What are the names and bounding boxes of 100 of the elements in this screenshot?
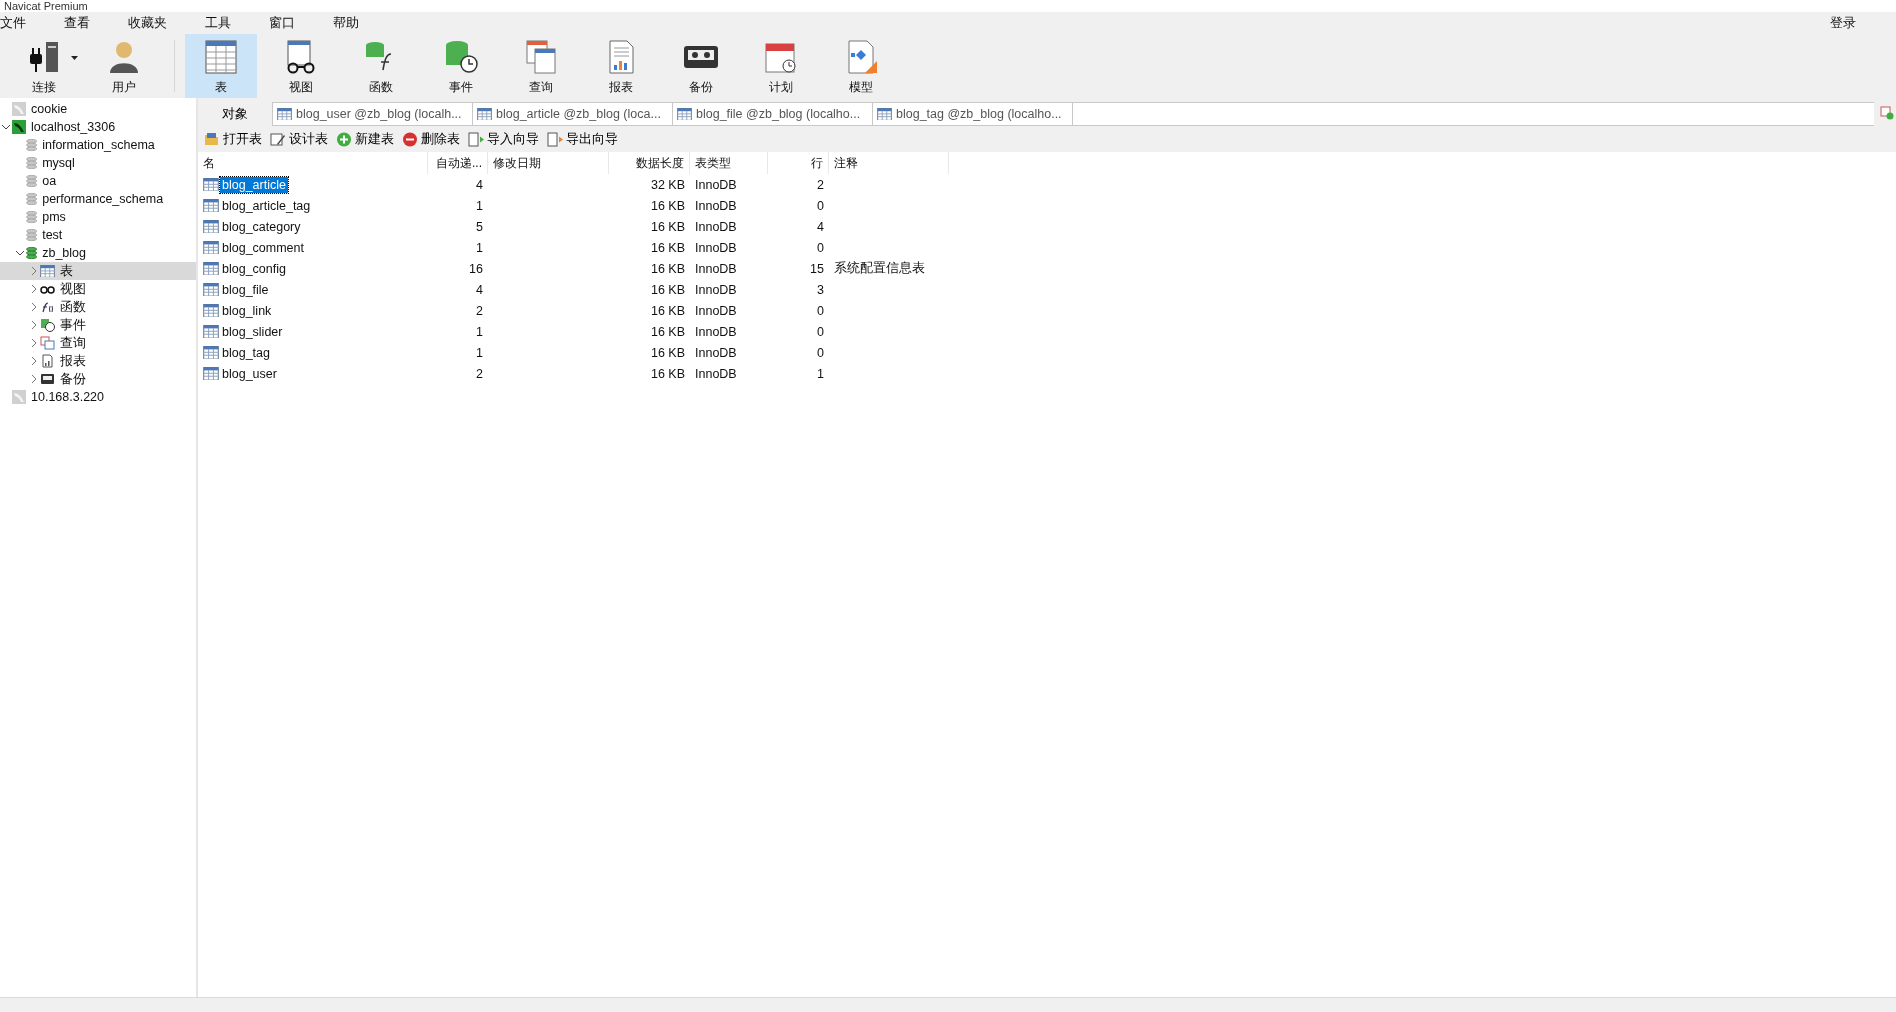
table-icon [203,177,219,192]
table-icon [203,198,219,213]
tree-item[interactable]: 10.168.3.220 [0,388,196,406]
menu-item[interactable]: 文件 [0,14,40,32]
toolbar-button[interactable]: 查询 [505,34,577,98]
table-name[interactable]: blog_user [220,365,279,382]
column-header[interactable]: 修改日期 [488,152,609,174]
toolbar-action[interactable]: 导出向导 [547,130,618,148]
menu-item[interactable]: 查看 [64,14,104,32]
table-cell: 系统配置信息表 [834,260,925,277]
tree-item[interactable]: 函数 [0,298,196,316]
toolbar-button[interactable]: 视图 [265,34,337,98]
toolbar-button[interactable]: 连接 [8,34,80,98]
toolbar-action[interactable]: 删除表 [402,130,460,148]
table-icon [677,107,692,121]
toolbar-button[interactable]: 表 [185,34,257,98]
table-cell: 16 [469,261,483,276]
table-name[interactable]: blog_comment [220,239,306,256]
toolbar-action[interactable]: 设计表 [270,130,328,148]
tree-label: 报表 [60,352,86,370]
column-header[interactable]: 注释 [829,152,949,174]
table-cell: 2 [476,366,483,381]
table-icon [203,219,219,234]
table-cell: InnoDB [695,240,737,255]
table-cell: 16 KB [650,261,685,276]
database-icon [26,138,38,152]
tree-item[interactable]: mysql [0,154,196,172]
tree-item[interactable]: zb_blog [0,244,196,262]
table-name[interactable]: blog_category [220,218,303,235]
table-icon [277,107,292,121]
tree-label: 查询 [60,334,86,352]
table-name[interactable]: blog_config [220,260,288,277]
table-name[interactable]: blog_link [220,302,274,319]
table-icon [203,261,219,276]
tree-label: pms [42,210,66,224]
menu-item[interactable]: 帮助 [333,14,373,32]
toolbar-button[interactable]: 事件 [425,34,497,98]
tree-label: 事件 [60,316,86,334]
toolbar-button[interactable]: 报表 [585,34,657,98]
column-header[interactable]: 表类型 [690,152,768,174]
import-icon [468,131,484,147]
database-icon [26,192,38,206]
table-info-icon[interactable] [1880,106,1894,120]
menu-item[interactable]: 收藏夹 [128,14,181,32]
database-clock-icon [40,318,55,332]
table-cell: InnoDB [695,177,737,192]
table-cell: 16 KB [650,366,685,381]
tree-item[interactable]: cookie [0,100,196,118]
table-name[interactable]: blog_file [220,281,271,298]
tree-label: 函数 [60,298,86,316]
table-cell: 4 [817,219,824,234]
connection-icon [12,102,26,116]
toolbar-button[interactable]: 模型 [825,34,897,98]
query-tables-icon [40,336,55,350]
toolbar-button[interactable]: 计划 [745,34,817,98]
table-name[interactable]: blog_slider [220,323,285,340]
table-cell: 16 KB [650,324,685,339]
table-name[interactable]: blog_article_tag [220,197,313,214]
caret-icon[interactable] [71,56,78,60]
table-icon [477,107,492,121]
tree-item[interactable]: performance_schema [0,190,196,208]
tree-item[interactable]: 事件 [0,316,196,334]
tree-item[interactable]: test [0,226,196,244]
table-cell: 2 [476,303,483,318]
tree-item[interactable]: 备份 [0,370,196,388]
minus-icon [402,131,418,147]
table-name[interactable]: blog_tag [220,344,272,361]
login-link[interactable]: 登录 [1830,14,1856,32]
tree-item[interactable]: 报表 [0,352,196,370]
tree-item[interactable]: 查询 [0,334,196,352]
toolbar-button[interactable]: 备份 [665,34,737,98]
column-header[interactable]: 数据长度 [609,152,690,174]
tree-label: 表 [60,262,73,280]
tree-label: information_schema [42,138,155,152]
tree-label: oa [42,174,57,188]
tree-item[interactable]: pms [0,208,196,226]
tree-item[interactable]: information_schema [0,136,196,154]
table-cell: 16 KB [650,198,685,213]
table-name[interactable]: blog_article [220,176,288,193]
toolbar-action[interactable]: 导入向导 [468,130,539,148]
column-header[interactable]: 自动递... [428,152,488,174]
table-cell: 16 KB [650,303,685,318]
toolbar-button[interactable]: 用户 [88,34,160,98]
tree-item[interactable]: localhost_3306 [0,118,196,136]
tree-item[interactable]: 表 [0,262,196,280]
toolbar-action[interactable]: 打开表 [204,130,262,148]
table-cell: 1 [476,240,483,255]
menu-item[interactable]: 窗口 [269,14,309,32]
toolbar-action[interactable]: 新建表 [336,130,394,148]
tree-item[interactable]: 视图 [0,280,196,298]
toolbar-button[interactable]: 函数 [345,34,417,98]
column-header[interactable]: 行 [768,152,829,174]
column-header[interactable]: 名 [198,152,428,174]
connection-icon [12,390,26,404]
menu-item[interactable]: 工具 [205,14,245,32]
tree-item[interactable]: oa [0,172,196,190]
window-title: Navicat Premium [4,0,88,12]
table-cell: InnoDB [695,324,737,339]
table-cell: 16 KB [650,219,685,234]
table-cell: 16 KB [650,240,685,255]
